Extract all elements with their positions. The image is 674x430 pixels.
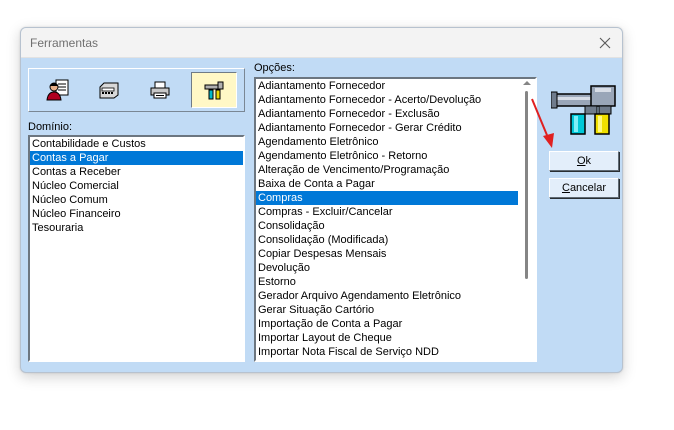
opcoes-list-item[interactable]: Consolidação bbox=[256, 219, 518, 233]
opcoes-list-item[interactable]: Devolução bbox=[256, 261, 518, 275]
opcoes-list-item[interactable]: Compras - Excluir/Cancelar bbox=[256, 205, 518, 219]
opcoes-list-item[interactable]: Adiantamento Fornecedor - Gerar Crédito bbox=[256, 121, 518, 135]
toolbar-button-tools[interactable] bbox=[191, 72, 237, 108]
opcoes-list-item[interactable]: Alteração de Vencimento/Programação bbox=[256, 163, 518, 177]
title-bar: Ferramentas bbox=[21, 28, 622, 58]
cancel-mnemonic: C bbox=[561, 182, 570, 194]
opcoes-list-item[interactable]: Adiantamento Fornecedor - Exclusão bbox=[256, 107, 518, 121]
dominio-list-item[interactable]: Núcleo Comercial bbox=[30, 179, 243, 193]
opcoes-list-item[interactable]: Gerar Situação Cartório bbox=[256, 303, 518, 317]
dominio-listbox[interactable]: Contabilidade e Custos Contas a Pagar Cont… bbox=[28, 135, 245, 362]
opcoes-list-item[interactable]: Importação de Conta a Pagar bbox=[256, 317, 518, 331]
window-title: Ferramentas bbox=[30, 36, 99, 50]
cancel-button[interactable]: Cancelar bbox=[549, 178, 619, 198]
dominio-label: Domínio: bbox=[28, 121, 73, 133]
opcoes-list-item[interactable]: Importar Layout de Cheque bbox=[256, 331, 518, 345]
opcoes-list-item[interactable]: Baixa de Conta a Pagar bbox=[256, 177, 518, 191]
ok-mnemonic: O bbox=[576, 155, 586, 167]
user-document-icon bbox=[46, 79, 69, 101]
scroll-thumb[interactable] bbox=[525, 91, 528, 279]
close-button[interactable] bbox=[588, 28, 622, 57]
opcoes-list-item[interactable]: Agendamento Eletrônico bbox=[256, 135, 518, 149]
opcoes-list-item[interactable]: Adiantamento Fornecedor - Acerto/Devoluç… bbox=[256, 93, 518, 107]
opcoes-list-item[interactable]: Compras bbox=[256, 191, 518, 205]
calculator-icon bbox=[99, 82, 119, 99]
cancel-label: ancelar bbox=[569, 182, 607, 194]
opcoes-scrollbar[interactable] bbox=[518, 79, 535, 360]
opcoes-list-item[interactable]: Importar Nota Fiscal de Serviço NDD bbox=[256, 345, 518, 359]
close-icon bbox=[599, 37, 611, 48]
printer-icon bbox=[150, 81, 170, 99]
opcoes-listbox[interactable]: Adiantamento Fornecedor Adiantamento Forn… bbox=[254, 77, 537, 362]
dominio-list-item[interactable]: Núcleo Comum bbox=[30, 193, 243, 207]
dominio-list-item[interactable]: Contabilidade e Custos bbox=[30, 137, 243, 151]
opcoes-list-item[interactable]: Agendamento Eletrônico - Retorno bbox=[256, 149, 518, 163]
scroll-up-icon[interactable] bbox=[523, 81, 531, 85]
ok-button[interactable]: Ok bbox=[549, 151, 619, 171]
module-toolbar bbox=[28, 68, 245, 112]
tools-dialog: Ferramentas Domínio: Contabilidade e Cus… bbox=[20, 27, 623, 373]
dominio-list-item[interactable]: Contas a Pagar bbox=[30, 151, 243, 165]
dominio-list-item[interactable]: Contas a Receber bbox=[30, 165, 243, 179]
opcoes-list-item[interactable]: Consolidação (Modificada) bbox=[256, 233, 518, 247]
toolbar-button-user[interactable] bbox=[35, 72, 81, 108]
big-tools-icon bbox=[550, 80, 617, 139]
dominio-list-item[interactable]: Núcleo Financeiro bbox=[30, 207, 243, 221]
opcoes-list-item[interactable]: Gerador Arquivo Agendamento Eletrônico bbox=[256, 289, 518, 303]
toolbar-button-print[interactable] bbox=[137, 72, 183, 108]
dominio-list-item[interactable]: Tesouraria bbox=[30, 221, 243, 235]
tools-icon bbox=[204, 81, 224, 100]
opcoes-list-item[interactable]: Adiantamento Fornecedor bbox=[256, 79, 518, 93]
ok-label: k bbox=[585, 155, 592, 167]
opcoes-list-item[interactable]: Copiar Despesas Mensais bbox=[256, 247, 518, 261]
opcoes-list-item[interactable]: Estorno bbox=[256, 275, 518, 289]
toolbar-button-calculator[interactable] bbox=[86, 72, 132, 108]
opcoes-label: Opções: bbox=[254, 62, 295, 74]
